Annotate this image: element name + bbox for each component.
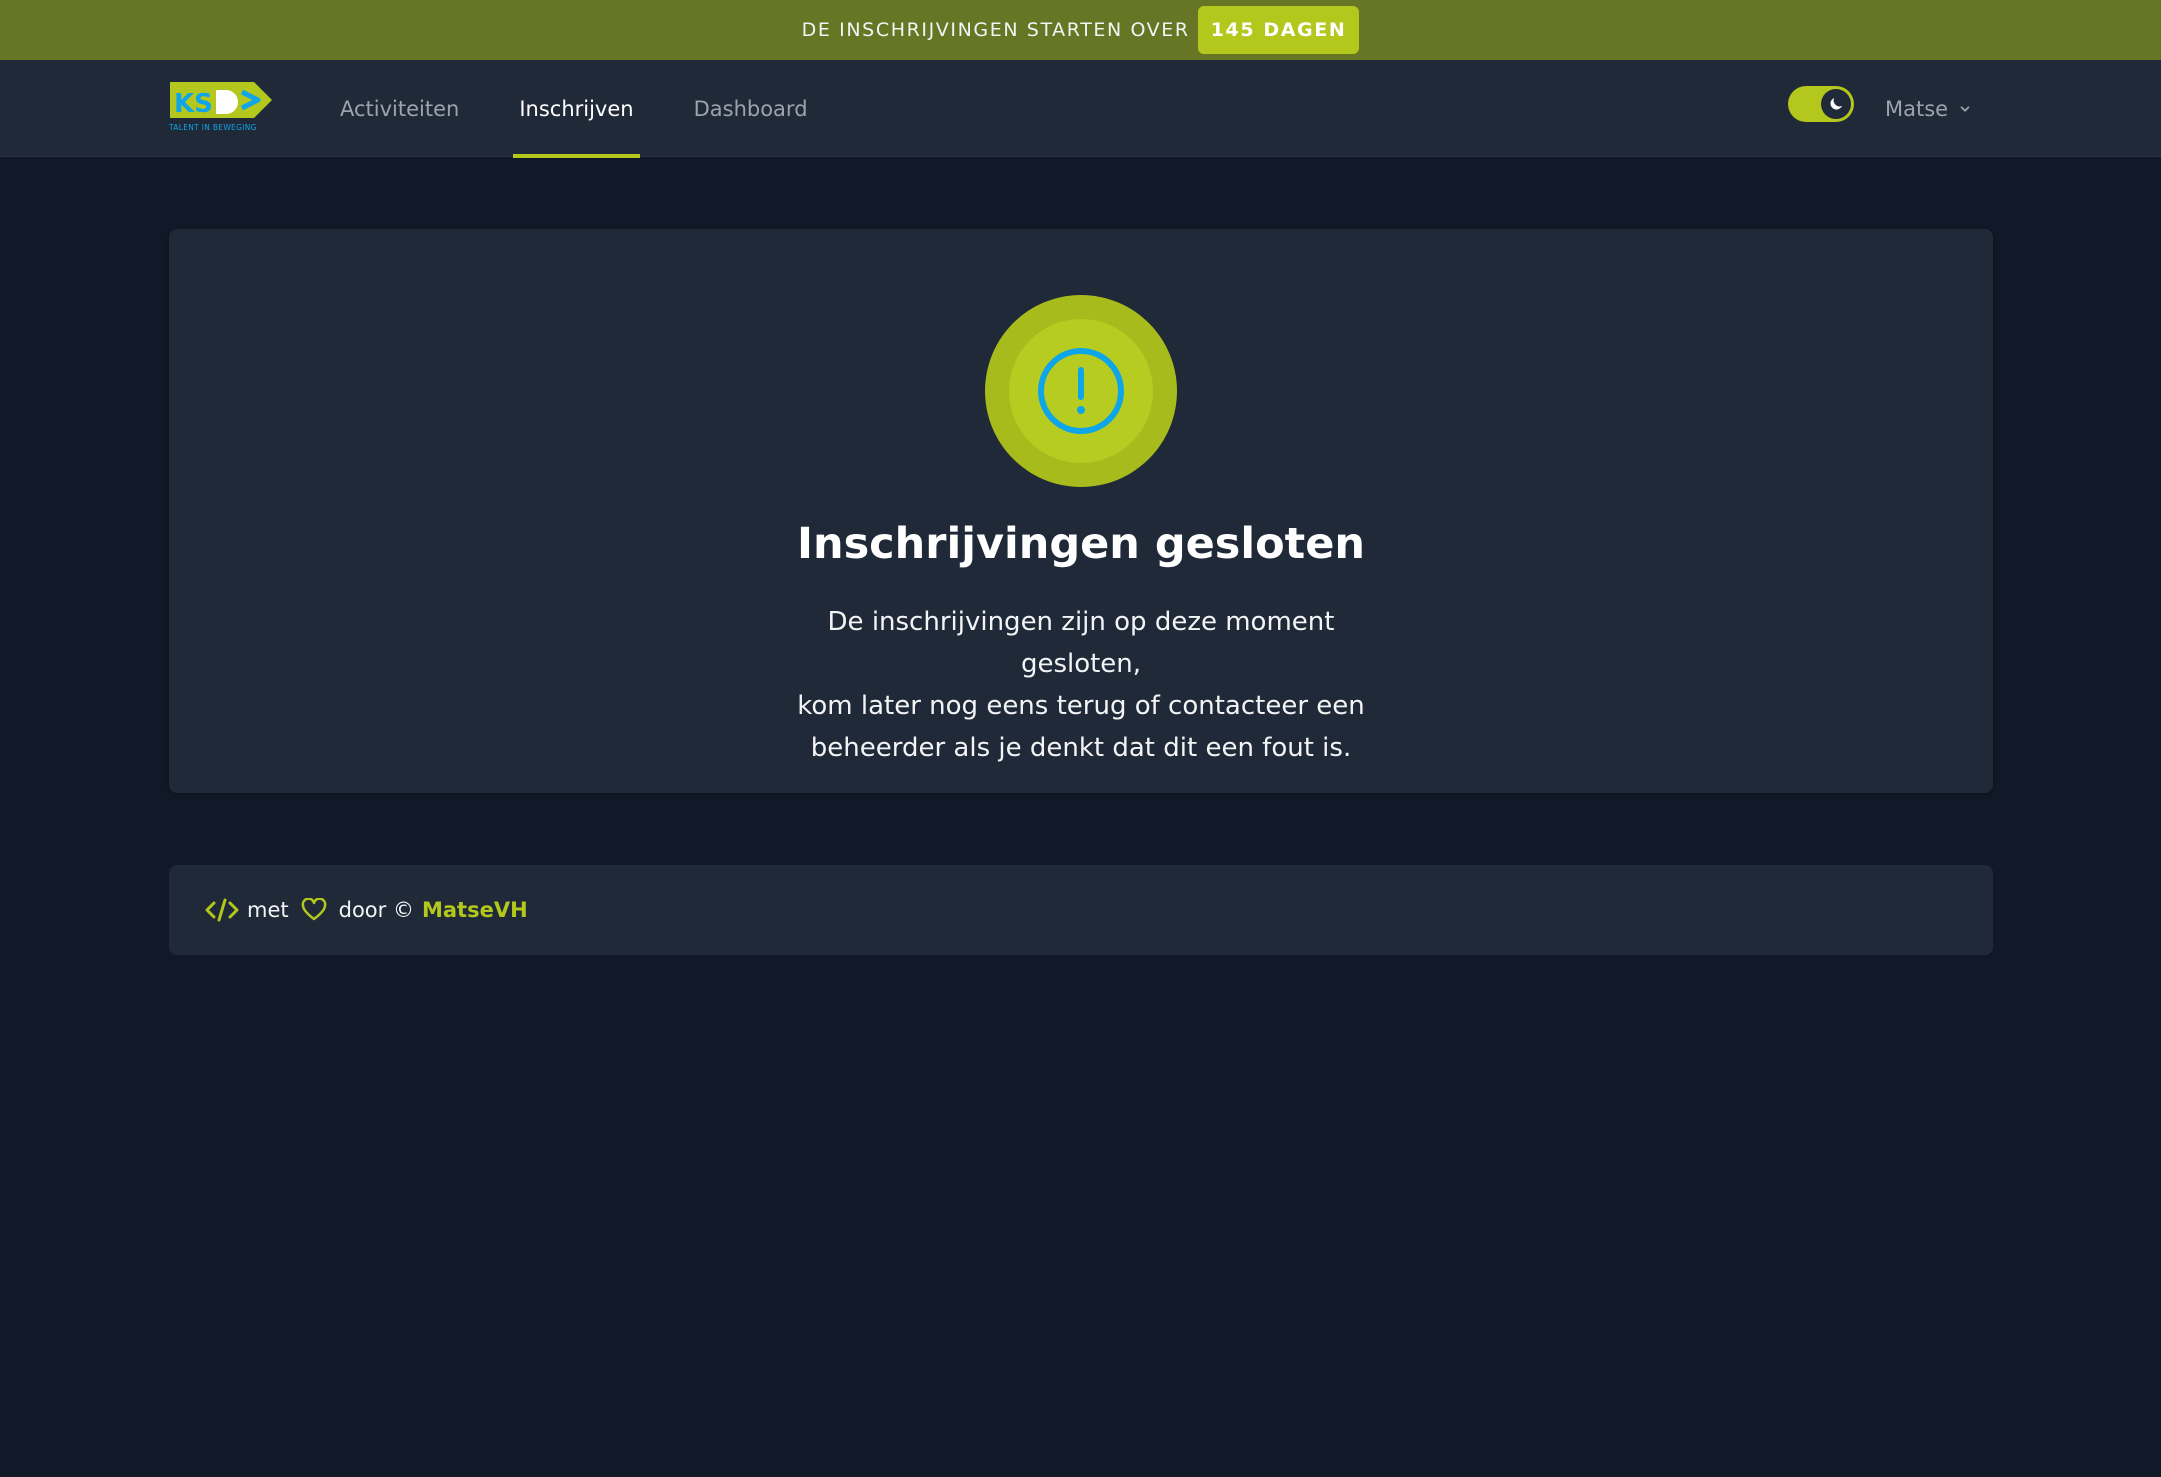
theme-toggle[interactable] [1788,86,1854,122]
main-nav: Activiteiten Inschrijven Dashboard [334,60,862,158]
user-menu[interactable]: Matse [1885,60,1972,157]
countdown-badge: 145 DAGEN [1197,6,1360,54]
message-line: kom later nog eens terug of contacteer e… [797,691,1365,721]
message-line: De inschrijvingen zijn op deze moment ge… [827,607,1335,679]
ksd-logo[interactable]: KS TALENT IN BEWEGING [168,80,274,136]
code-icon [205,898,239,922]
footer-door: door © [338,898,414,922]
closed-message: De inschrijvingen zijn op deze moment ge… [781,601,1381,769]
moon-icon [1827,95,1845,113]
banner-text: DE INSCHRIJVINGEN STARTEN OVER [801,19,1190,41]
navbar: KS TALENT IN BEWEGING Activiteiten Insch… [0,60,2161,158]
heart-icon [301,898,327,922]
nav-inschrijven[interactable]: Inschrijven [513,60,640,158]
alert-badge [985,295,1177,487]
toggle-knob [1821,89,1851,119]
exclamation-circle-icon [1035,345,1127,437]
footer-met: met [247,898,289,922]
message-line: beheerder als je denkt dat dit een fout … [810,733,1352,763]
author-link[interactable]: MatseVH [422,898,528,922]
announcement-banner: DE INSCHRIJVINGEN STARTEN OVER 145 DAGEN [0,0,2161,60]
nav-activiteiten[interactable]: Activiteiten [334,60,465,157]
user-name: Matse [1885,96,1949,121]
page-title: Inschrijvingen gesloten [796,519,1366,569]
registration-closed-card: Inschrijvingen gesloten De inschrijvinge… [169,229,1993,793]
svg-text:KS: KS [174,89,213,119]
logo-tagline: TALENT IN BEWEGING [169,123,257,132]
chevron-down-icon [1958,102,1972,116]
nav-dashboard[interactable]: Dashboard [688,60,814,157]
footer: met door © MatseVH [169,865,1993,955]
